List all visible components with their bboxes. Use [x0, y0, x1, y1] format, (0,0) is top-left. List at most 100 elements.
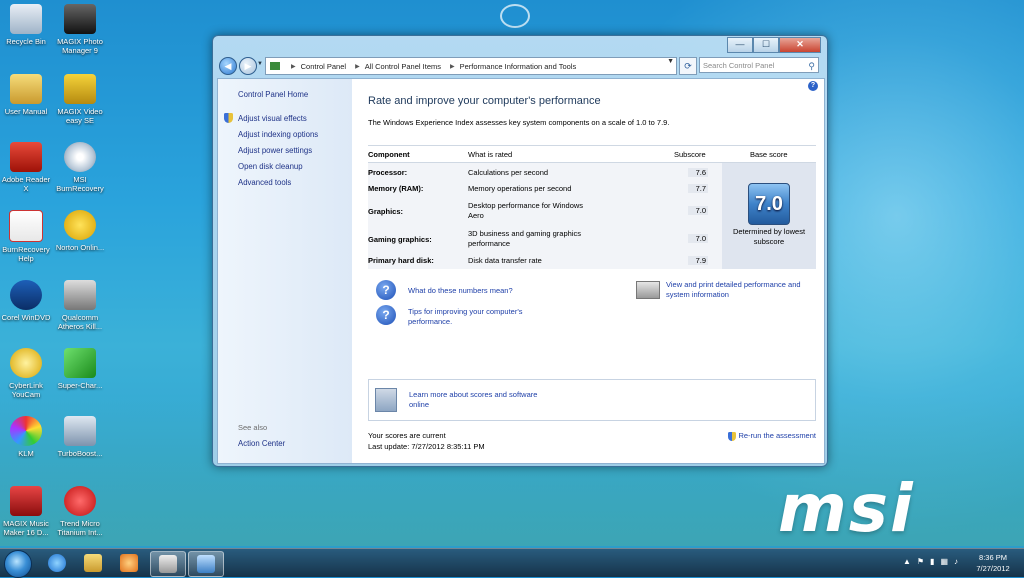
back-button[interactable]: ◀ [219, 57, 237, 75]
taskbar-control-panel[interactable] [188, 551, 224, 577]
close-button[interactable]: ✕ [779, 37, 821, 53]
refresh-button[interactable]: ⟳ [679, 57, 697, 75]
address-bar[interactable]: ▶ Control Panel ▶ All Control Panel Item… [265, 57, 677, 75]
breadcrumb-control-panel[interactable]: Control Panel [301, 62, 346, 71]
turbo-icon [64, 416, 96, 446]
component-label: Gaming graphics: [368, 235, 432, 244]
media-player-icon [120, 554, 138, 572]
taskbar-media-player[interactable] [112, 551, 146, 575]
rated-text: 3D business and gaming graphics performa… [468, 229, 581, 248]
help-question-icon: ? [376, 280, 396, 300]
system-tray[interactable]: ▲⚑▮▦♪ [903, 557, 964, 566]
action-center-link[interactable]: Action Center [238, 439, 285, 448]
disc-icon [64, 142, 96, 172]
desktop-icon-killer[interactable]: Qualcomm Atheros Kill... [54, 280, 106, 331]
tray-arrow-icon[interactable]: ▲ [903, 557, 917, 566]
search-input[interactable]: Search Control Panel ⚲ [699, 57, 819, 73]
desktop-icon-burnrecovery-help[interactable]: BurnRecovery Help [0, 210, 52, 263]
component-label: Processor: [368, 168, 408, 177]
clock-date: 7/27/2012 [976, 564, 1010, 573]
recycle-bin-icon [10, 4, 42, 34]
desktop-icon-turboboost[interactable]: TurboBoost... [54, 416, 106, 458]
chevron-down-icon[interactable]: ▼ [667, 58, 674, 65]
trend-micro-icon [64, 486, 96, 516]
view-and-print-link[interactable]: View and print detailed performance and … [666, 280, 816, 300]
learn-more-box: Learn more about scores and software onl… [368, 379, 816, 421]
component-label: Primary hard disk: [368, 256, 434, 265]
recent-pages-chevron-icon[interactable]: ▼ [257, 61, 263, 67]
search-icon[interactable]: ⚲ [808, 58, 815, 74]
open-disk-cleanup-link[interactable]: Open disk cleanup [238, 162, 303, 171]
rerun-assessment-link[interactable]: Re-run the assessment [728, 431, 816, 441]
clock[interactable]: 8:36 PM 7/27/2012 [968, 552, 1018, 574]
flag-icon[interactable]: ⚑ [917, 557, 930, 566]
desktop-icon-super-charger[interactable]: Super-Char... [54, 348, 106, 390]
last-update-text: Last update: 7/27/2012 8:35:11 PM [368, 442, 485, 451]
maximize-button[interactable]: ☐ [753, 37, 779, 53]
folder-icon [10, 74, 42, 104]
arrow-right-icon: ▶ [244, 61, 252, 71]
adjust-visual-effects-link[interactable]: Adjust visual effects [238, 114, 307, 123]
software-box-icon [375, 388, 397, 412]
page-title: Rate and improve your computer's perform… [368, 95, 601, 107]
chevron-right-icon[interactable]: ▶ [355, 63, 360, 70]
desktop-icon-user-manual[interactable]: User Manual [0, 74, 52, 116]
chevron-right-icon[interactable]: ▶ [450, 63, 455, 70]
window-controls: — ☐ ✕ [727, 37, 821, 53]
adjust-power-settings-link[interactable]: Adjust power settings [238, 146, 312, 155]
wallpaper-emblem-icon [500, 4, 530, 28]
adjust-indexing-options-link[interactable]: Adjust indexing options [238, 130, 318, 139]
desktop-icon-corel-windvd[interactable]: Corel WinDVD [0, 280, 52, 322]
desktop-icon-adobe-reader[interactable]: Adobe Reader X [0, 142, 52, 193]
desktop-icon-youcam[interactable]: CyberLink YouCam [0, 348, 52, 399]
component-label: Memory (RAM): [368, 184, 424, 193]
rated-text: Memory operations per second [468, 184, 572, 193]
help-icon[interactable]: ? [808, 81, 818, 91]
subscore-value: 7.0 [688, 206, 708, 215]
control-panel-home-link[interactable]: Control Panel Home [238, 90, 308, 99]
breadcrumb-performance[interactable]: Performance Information and Tools [460, 62, 577, 71]
forward-button[interactable]: ▶ [239, 57, 257, 75]
header-component: Component [368, 150, 410, 159]
learn-more-link[interactable]: Learn more about scores and software onl… [409, 390, 559, 410]
rated-text: Desktop performance for Windows Aero [468, 201, 584, 220]
arrow-left-icon: ◀ [224, 61, 232, 71]
rerun-assessment-label: Re-run the assessment [738, 431, 816, 440]
tips-for-improving-link[interactable]: Tips for improving your computer's perfo… [408, 307, 558, 327]
performance-icon [197, 555, 215, 573]
desktop-icon-magix-music[interactable]: MAGIX Music Maker 16 D... [0, 486, 52, 537]
header-base-score: Base score [750, 150, 788, 159]
desktop-icon-klm[interactable]: KLM [0, 416, 52, 458]
minimize-button[interactable]: — [727, 37, 753, 53]
breadcrumb-all-items[interactable]: All Control Panel Items [365, 62, 441, 71]
taskbar-active-app[interactable] [150, 551, 186, 577]
taskbar: ▲⚑▮▦♪ 8:36 PM 7/27/2012 [0, 548, 1024, 578]
desktop-icon-norton[interactable]: Norton Onlin... [54, 210, 106, 252]
subscore-value: 7.6 [688, 168, 708, 177]
advanced-tools-link[interactable]: Advanced tools [238, 178, 291, 187]
desktop-icon-magix-video[interactable]: MAGIX Video easy SE [54, 74, 106, 125]
taskbar-explorer[interactable] [76, 551, 110, 575]
desktop-icon-magix-photo[interactable]: MAGIX Photo Manager 9 [54, 4, 106, 55]
start-button[interactable] [4, 550, 32, 578]
subscore-value: 7.0 [688, 234, 708, 243]
norton-icon [64, 210, 96, 240]
network-icon[interactable]: ▦ [940, 557, 954, 566]
taskbar-ie[interactable] [40, 551, 74, 575]
base-score-tile: 7.0 [748, 183, 790, 225]
battery-icon[interactable]: ▮ [930, 557, 940, 566]
page-description: The Windows Experience Index assesses ke… [368, 118, 670, 127]
help-question-icon: ? [376, 305, 396, 325]
printer-icon [636, 281, 660, 299]
charge-icon [64, 348, 96, 378]
search-placeholder: Search Control Panel [703, 61, 775, 70]
what-do-these-numbers-mean-link[interactable]: What do these numbers mean? [408, 286, 513, 296]
score-table: Component What is rated Subscore Base sc… [368, 145, 816, 269]
desktop-icon-msi-burnrecovery[interactable]: MSI BurnRecovery [54, 142, 106, 193]
printer-icon [159, 555, 177, 573]
volume-icon[interactable]: ♪ [954, 557, 964, 566]
desktop-icon-trend-micro[interactable]: Trend Micro Titanium Int... [54, 486, 106, 537]
webcam-icon [10, 348, 42, 378]
desktop-icon-recycle-bin[interactable]: Recycle Bin [0, 4, 52, 46]
pdf-doc-icon [9, 210, 43, 242]
